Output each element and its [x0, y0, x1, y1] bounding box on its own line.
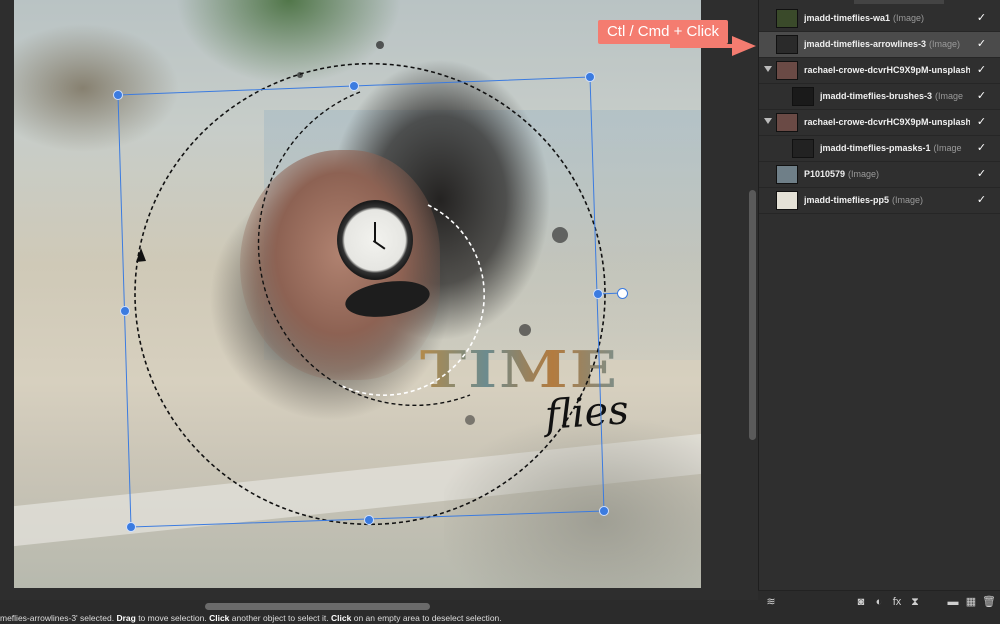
hands-photo [240, 150, 440, 380]
expand-chevron-icon[interactable] [764, 66, 772, 72]
layer-row[interactable]: rachael-crowe-dcvrHC9X9pM-unsplash ✓ [759, 110, 1000, 136]
layer-thumbnail [776, 61, 798, 80]
layer-thumbnail [776, 35, 798, 54]
visibility-checkbox[interactable]: ✓ [976, 39, 987, 50]
status-drag-label: Drag [116, 613, 136, 623]
visibility-checkbox[interactable]: ✓ [976, 143, 987, 154]
layer-thumbnail [776, 191, 798, 210]
layer-name: P1010579 (Image) [804, 169, 880, 179]
visibility-checkbox[interactable]: ✓ [976, 91, 987, 102]
pocket-watch [337, 200, 413, 280]
visibility-checkbox[interactable]: ✓ [976, 195, 987, 206]
adjustment-icon[interactable]: ◐ [872, 595, 886, 609]
layer-name: jmadd-timeflies-brushes-3 (Image [820, 91, 964, 101]
layers-icon[interactable]: ≋ [764, 595, 778, 609]
status-selected-text: meflies-arrowlines-3' selected. [0, 613, 115, 623]
canvas-area[interactable]: TIME flies [0, 0, 760, 600]
layer-row[interactable]: jmadd-timeflies-arrowlines-3 (Image) ✓ [759, 32, 1000, 58]
vertical-scrollbar[interactable] [749, 190, 756, 440]
visibility-checkbox[interactable]: ✓ [976, 117, 987, 128]
mask-icon[interactable]: ◙ [854, 595, 868, 609]
layer-thumbnail [792, 87, 814, 106]
status-click2-label: Click [331, 613, 352, 623]
visibility-checkbox[interactable]: ✓ [976, 169, 987, 180]
layer-name: jmadd-timeflies-arrowlines-3 (Image) [804, 39, 961, 49]
layer-row[interactable]: jmadd-timeflies-pp5 (Image) ✓ [759, 188, 1000, 214]
layer-name: rachael-crowe-dcvrHC9X9pM-unsplash [804, 117, 970, 127]
layer-name: jmadd-timeflies-pmasks-1 (Image [820, 143, 962, 153]
layers-panel: jmadd-timeflies-wa1 (Image) ✓ jmadd-timefli… [758, 0, 1000, 590]
status-click-text: another object to select it. [231, 613, 329, 623]
horizontal-scrollbar[interactable] [205, 603, 430, 610]
layer-name: jmadd-timeflies-pp5 (Image) [804, 195, 924, 205]
handle-bottom[interactable] [364, 515, 374, 525]
handle-top[interactable] [349, 81, 359, 91]
group-folder-icon[interactable]: ▬ [946, 595, 960, 609]
visibility-checkbox[interactable]: ✓ [976, 65, 987, 76]
layer-thumbnail [776, 9, 798, 28]
layer-thumbnail [776, 165, 798, 184]
layer-row[interactable]: rachael-crowe-dcvrHC9X9pM-unsplash ✓ [759, 58, 1000, 84]
add-pixel-layer-icon[interactable]: ▦ [964, 595, 978, 609]
expand-chevron-icon[interactable] [764, 118, 772, 124]
handle-top-right[interactable] [585, 72, 595, 82]
layer-name: rachael-crowe-dcvrHC9X9pM-unsplash [804, 65, 970, 75]
handle-bottom-right[interactable] [599, 506, 609, 516]
layer-row[interactable]: jmadd-timeflies-brushes-3 (Image ✓ [759, 84, 1000, 110]
trash-icon[interactable]: 🗑 [982, 595, 996, 609]
title-flies-text: flies [543, 387, 631, 439]
live-filter-icon[interactable]: ⧗ [908, 595, 922, 609]
rotate-handle[interactable] [617, 288, 628, 299]
watch-hand-hour [372, 240, 386, 250]
handle-right[interactable] [593, 289, 603, 299]
layer-row[interactable]: jmadd-timeflies-pmasks-1 (Image ✓ [759, 136, 1000, 162]
status-click2-text: on an empty area to deselect selection. [353, 613, 502, 623]
status-bar: meflies-arrowlines-3' selected. Drag to … [0, 612, 1000, 624]
watch-hand-minute [374, 222, 376, 242]
layer-row[interactable]: P1010579 (Image) ✓ [759, 162, 1000, 188]
handle-left[interactable] [120, 306, 130, 316]
visibility-checkbox[interactable]: ✓ [976, 13, 987, 24]
panel-grip [854, 0, 944, 4]
fx-icon[interactable]: fx [890, 595, 904, 609]
layer-thumbnail [792, 139, 814, 158]
layers-toolbar: ≋ ◙ ◐ fx ⧗ ▬ ▦ 🗑 [758, 590, 1000, 613]
layer-row[interactable]: jmadd-timeflies-wa1 (Image) ✓ [759, 6, 1000, 32]
status-drag-text: to move selection. [138, 613, 207, 623]
layer-name: jmadd-timeflies-wa1 (Image) [804, 13, 925, 23]
callout-arrow [670, 36, 756, 56]
handle-top-left[interactable] [113, 90, 123, 100]
handle-bottom-left[interactable] [126, 522, 136, 532]
status-click-label: Click [209, 613, 230, 623]
layer-thumbnail [776, 113, 798, 132]
